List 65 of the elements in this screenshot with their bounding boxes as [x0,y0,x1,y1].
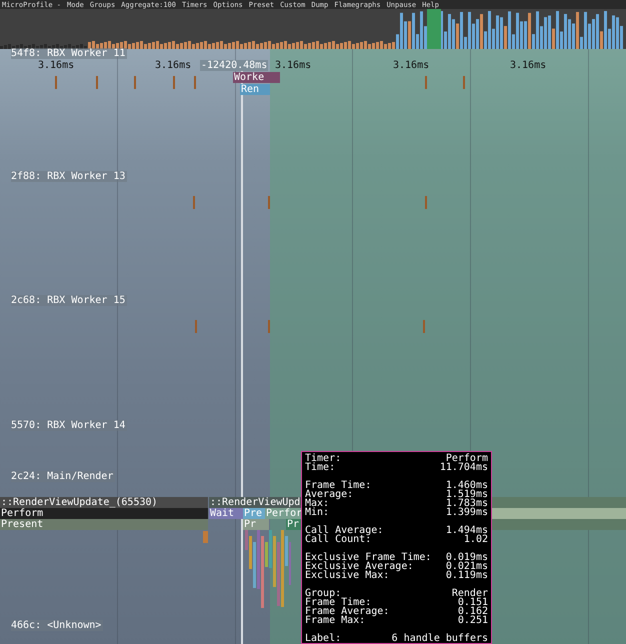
tooltip-value: Perform [446,454,488,463]
tooltip-value: 6 handle buffers [392,634,488,643]
timer-bar[interactable]: ::RenderViewUpd [209,497,301,508]
tooltip-label: Call Average: [305,526,384,535]
tooltip-label: Label: [305,634,342,643]
tooltip-label: Frame Time: [305,598,372,607]
time-label: 3.16ms [155,60,192,71]
thread-label: 2c24: Main/Render [11,471,116,482]
tooltip-value: 1.519ms [446,490,488,499]
tooltip-value: 0.251 [458,616,488,625]
thread-label: 54f8: RBX Worker 11 [11,48,128,59]
scroll-block [203,531,208,543]
tooltip-label: Frame Time: [305,481,372,490]
tooltip-label: Exclusive Average: [305,562,414,571]
tooltip-value: 0.119ms [446,571,488,580]
sample-mark [96,76,98,89]
tooltip-value: 0.021ms [446,562,488,571]
tooltip-value: 1.399ms [446,508,488,517]
timer-bar[interactable]: Pr [286,519,301,530]
time-label: 3.16ms [393,60,430,71]
time-label: 3.16ms [275,60,312,71]
sample-mark [195,320,197,333]
tooltip-label: Frame Average: [305,607,390,616]
tooltip-value: Render [452,589,488,598]
tooltip-label: Time: [305,463,336,472]
tooltip-value: 1.494ms [446,526,488,535]
tooltip-value: 11.704ms [440,463,488,472]
tooltip-value: 0.151 [458,598,488,607]
timer-marker[interactable]: Worke [233,72,280,83]
sample-mark [425,196,427,209]
tooltip-label: Timer: [305,454,342,463]
timer-bar[interactable]: Present [0,519,208,530]
sample-mark [55,76,57,89]
tooltip-label: Max: [305,499,330,508]
tooltip-value: 1.460ms [446,481,488,490]
tooltip-value: 0.162 [458,607,488,616]
tooltip-label: Call Count: [305,535,372,544]
tooltip-value: 0.019ms [446,553,488,562]
sample-mark [425,76,427,89]
sample-mark [463,76,465,89]
tooltip-label: Min: [305,508,330,517]
tooltip-label: Group: [305,589,342,598]
tooltip-label: Average: [305,490,354,499]
tooltip-label: Exclusive Frame Time: [305,553,432,562]
sample-mark [268,320,270,333]
sample-mark [194,76,196,89]
sample-mark [193,196,195,209]
tooltip-label: Frame Max: [305,616,366,625]
tooltip-value: 1.02 [464,535,488,544]
sample-mark [173,76,175,89]
tooltip-value: 1.783ms [446,499,488,508]
time-label: -12420.48ms [200,60,268,71]
thread-label: 2f88: RBX Worker 13 [11,171,128,182]
timer-bar[interactable]: Wait [209,508,243,519]
timer-bar[interactable]: ::RenderViewUpdate_(65530) [0,497,208,508]
tooltip-label: Exclusive Max: [305,571,390,580]
sample-mark [423,320,425,333]
sample-mark [134,76,136,89]
sample-mark [268,196,270,209]
time-label: 3.16ms [38,60,74,71]
timer-bar[interactable]: Perform [0,508,208,519]
time-label: 3.16ms [510,60,546,71]
thread-label: 466c: <Unknown> [11,620,104,631]
thread-label: 5570: RBX Worker 14 [11,420,128,431]
thread-label: 2c68: RBX Worker 15 [11,295,128,306]
